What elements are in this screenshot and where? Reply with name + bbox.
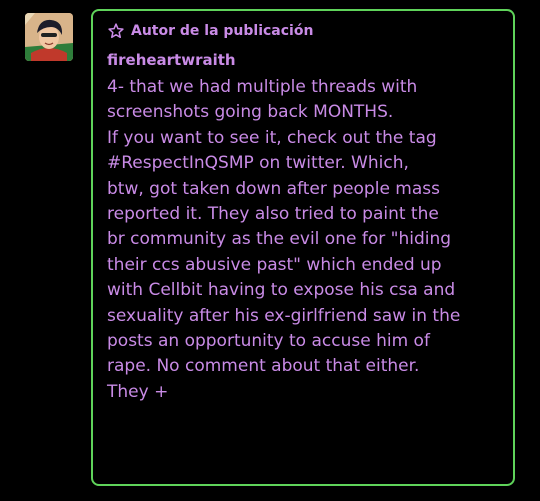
post-body-line: If you want to see it, check out the tag bbox=[107, 127, 437, 148]
avatar-illustration bbox=[25, 13, 73, 61]
post-body-line: rape. No comment about that either. bbox=[107, 356, 420, 377]
post-body-line: posts an opportunity to accuse him of bbox=[107, 331, 430, 352]
post-body-line: screenshots going back MONTHS. bbox=[107, 102, 394, 123]
avatar[interactable] bbox=[25, 13, 73, 61]
post-author-badge: Autor de la publicación bbox=[107, 22, 313, 40]
post-body-line: sexuality after his ex-girlfriend saw in… bbox=[107, 305, 461, 326]
post-body-line: reported it. They also tried to paint th… bbox=[107, 204, 439, 225]
post-body-line: #RespectInQSMP on twitter. Which, bbox=[107, 153, 409, 174]
post-body-line: 4- that we had multiple threads with bbox=[107, 77, 418, 97]
post-body-line: their ccs abusive past" which ended up bbox=[107, 254, 442, 275]
post-body-line: They + bbox=[107, 381, 169, 402]
post-author-badge-label: Autor de la publicación bbox=[131, 23, 314, 39]
username[interactable]: fireheartwraith bbox=[107, 51, 236, 69]
post-body-line: br community as the evil one for "hiding bbox=[107, 229, 452, 250]
star-outline-icon bbox=[108, 23, 124, 39]
post-body: 4- that we had multiple threads with scr… bbox=[107, 75, 511, 405]
post-card: Autor de la publicación fireheartwraith … bbox=[91, 9, 515, 486]
post-body-line: btw, got taken down after people mass bbox=[107, 178, 441, 199]
post-body-line: with Cellbit having to expose his csa an… bbox=[107, 280, 456, 301]
